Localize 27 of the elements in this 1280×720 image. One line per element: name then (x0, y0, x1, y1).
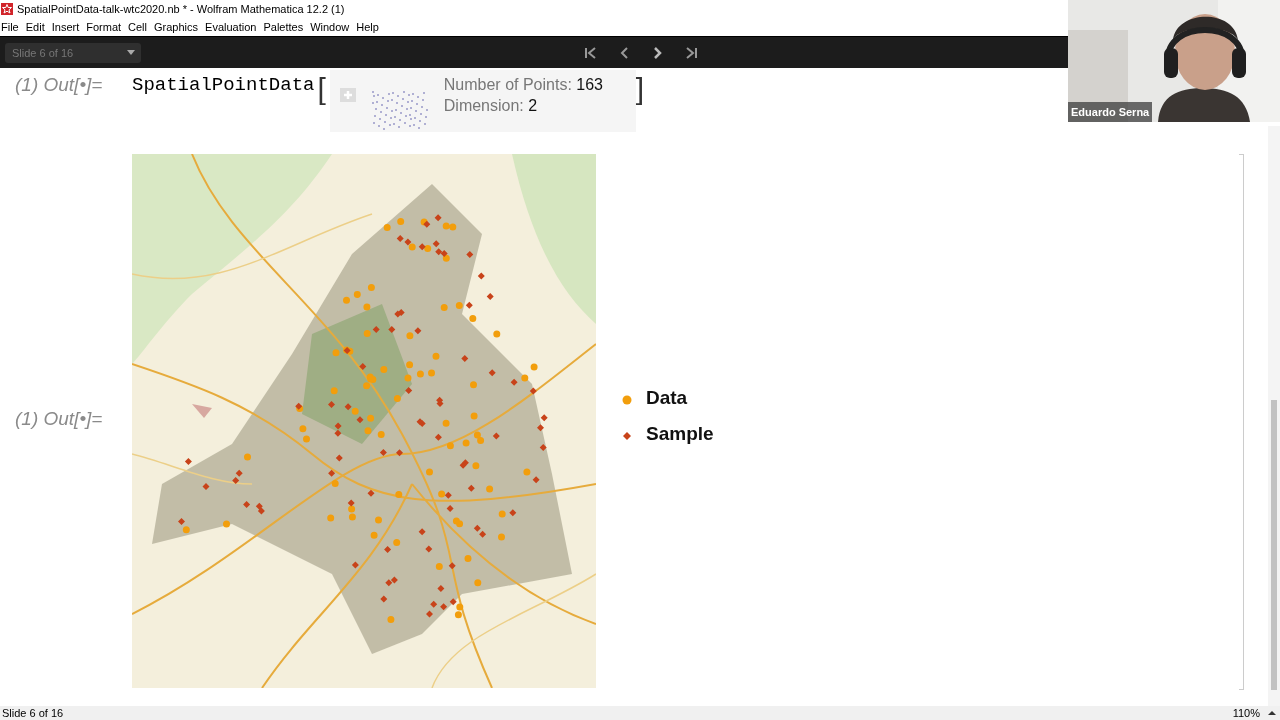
participant-name: Eduardo Serna (1068, 102, 1153, 122)
summary-field: Number of Points: 163 (443, 76, 603, 94)
menu-item[interactable]: Window (309, 21, 353, 33)
menu-item[interactable]: Format (85, 21, 125, 33)
menu-item[interactable]: Insert (50, 21, 83, 33)
output-label: (1) Out[•]= (14, 73, 104, 96)
expression-head: SpatialPointData (132, 73, 315, 96)
menu-item[interactable]: Cell (127, 21, 150, 33)
menu-item[interactable]: Graphics (153, 21, 202, 33)
menu-item[interactable]: Palettes (262, 21, 307, 33)
menu-item[interactable]: Evaluation (204, 21, 260, 33)
menu-item[interactable]: Edit (24, 21, 48, 33)
close-bracket: ] (635, 74, 645, 104)
output-label: (1) Out[•]= (14, 408, 104, 430)
app-logo-icon (1, 3, 13, 15)
window-title: SpatialPointData-talk-wtc2020.nb * - Wolfram Mathematica 12.2 (1) (17, 3, 345, 15)
legend-label: Sample (646, 423, 714, 445)
summary-field: Dimension: 2 (443, 97, 603, 115)
caret-icon (127, 50, 135, 55)
zoom-menu-icon[interactable] (1268, 710, 1276, 716)
slide-indicator: Slide 6 of 16 (2, 707, 64, 719)
zoom-level[interactable]: 110% (1232, 707, 1260, 719)
open-bracket: [ (317, 74, 326, 104)
legend-label: Data (646, 387, 688, 409)
menu-item[interactable]: Help (355, 21, 382, 33)
menu-item[interactable]: File (0, 21, 22, 33)
scrollbar[interactable] (1268, 126, 1280, 706)
